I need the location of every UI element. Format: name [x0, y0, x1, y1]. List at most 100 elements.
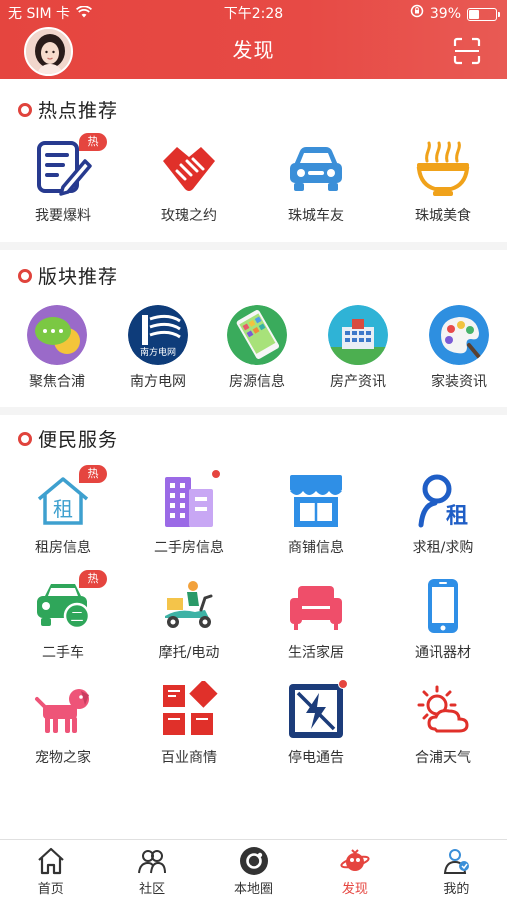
bottom-tab-bar: 首页 社区 本地圈 发现 我的 [0, 839, 507, 900]
community-icon [137, 846, 167, 876]
header-bar: 无 SIM 卡 下午2:28 39% 发现 [0, 0, 507, 79]
hot-item-food[interactable]: 珠城美食 [393, 139, 493, 225]
page-title: 发现 [232, 38, 275, 62]
noodle-bowl-icon [413, 139, 473, 199]
phone-icon [227, 305, 287, 365]
tab-label: 本地圈 [234, 882, 274, 897]
profile-icon [441, 846, 471, 876]
service-item-pets[interactable]: 宠物之家 [13, 681, 113, 767]
mobile-phone-icon [413, 576, 473, 636]
discover-icon [340, 846, 370, 876]
item-label: 商铺信息 [288, 540, 344, 556]
board-item-focus[interactable]: 聚焦合浦 [7, 305, 107, 391]
building-icon [328, 305, 388, 365]
item-label: 玫瑰之约 [161, 208, 217, 224]
tab-discover[interactable]: 发现 [304, 840, 405, 900]
hot-item-rose[interactable]: 玫瑰之约 [139, 139, 239, 225]
item-label: 摩托/电动 [158, 645, 220, 661]
logo-text: 南方电网 [140, 346, 176, 358]
rent-glyph: 租 [446, 504, 468, 529]
tab-profile[interactable]: 我的 [406, 840, 507, 900]
hot-section-title: 热点推荐 [38, 100, 119, 122]
used-car-icon: 二 热 [33, 570, 107, 636]
services-section-header: 便民服务 [18, 425, 118, 452]
battery-icon [467, 7, 500, 21]
service-item-scooter[interactable]: 摩托/电动 [139, 576, 239, 662]
service-item-business[interactable]: 百业商情 [139, 679, 239, 767]
edit-note-icon: 热 [33, 133, 107, 199]
service-item-used-car[interactable]: 二 热 二手车 [13, 570, 113, 662]
scan-button[interactable] [453, 37, 481, 65]
services-section-title: 便民服务 [38, 429, 119, 451]
weather-icon [413, 681, 473, 741]
item-label: 我要爆料 [35, 208, 91, 224]
battery-fill [469, 9, 480, 19]
section-dot-icon [18, 102, 32, 117]
dog-icon [33, 681, 93, 741]
chat-bubbles-icon [27, 305, 87, 365]
item-label: 二手车 [42, 645, 84, 661]
item-label: 停电通告 [288, 750, 344, 766]
car-icon [286, 139, 346, 199]
boards-section-header: 版块推荐 [18, 262, 118, 289]
scan-icon [453, 37, 481, 65]
tab-community[interactable]: 社区 [101, 840, 202, 900]
rent-glyph: 租 [53, 497, 73, 521]
person-rent-icon: 租 [413, 471, 473, 531]
item-label: 生活家居 [288, 645, 344, 661]
tab-label: 首页 [37, 882, 64, 897]
palette-icon [429, 305, 489, 365]
section-dot-icon [18, 431, 32, 446]
boards-section-title: 版块推荐 [38, 266, 119, 288]
service-item-weather[interactable]: 合浦天气 [393, 681, 493, 767]
item-label: 聚焦合浦 [29, 374, 85, 390]
item-label: 合浦天气 [415, 750, 471, 766]
item-label: 求租/求购 [412, 540, 474, 556]
service-item-shop[interactable]: 商铺信息 [266, 471, 366, 557]
item-label: 百业商情 [161, 750, 217, 766]
power-outage-icon [286, 679, 348, 741]
hot-badge: 热 [79, 465, 107, 483]
section-divider [0, 407, 507, 415]
item-label: 珠城车友 [288, 208, 344, 224]
service-item-telecom[interactable]: 通讯器材 [393, 576, 493, 662]
item-label: 南方电网 [130, 374, 186, 390]
hot-item-report[interactable]: 热 我要爆料 [13, 133, 113, 225]
hot-badge: 热 [79, 133, 107, 151]
board-item-decor[interactable]: 家装资讯 [409, 305, 507, 391]
service-item-rent[interactable]: 租 热 租房信息 [13, 465, 113, 557]
buildings-icon [159, 469, 221, 531]
tab-label: 发现 [341, 882, 368, 897]
tab-home[interactable]: 首页 [0, 840, 101, 900]
used-glyph: 二 [70, 610, 83, 625]
handshake-icon [159, 139, 219, 199]
business-blocks-icon [159, 679, 219, 741]
board-item-housing[interactable]: 房源信息 [207, 305, 307, 391]
item-label: 宠物之家 [35, 750, 91, 766]
item-label: 租房信息 [35, 540, 91, 556]
sofa-icon [286, 576, 346, 636]
section-divider [0, 242, 507, 250]
tab-local-circle[interactable]: 本地圈 [203, 840, 304, 900]
item-label: 房源信息 [229, 374, 285, 390]
boards-section: 版块推荐 聚焦合浦 南方电网 南方电网 房源信息 房产资讯 家装资讯 [0, 250, 507, 410]
item-label: 珠城美食 [415, 208, 471, 224]
board-item-power-grid[interactable]: 南方电网 南方电网 [108, 305, 208, 391]
service-item-second-house[interactable]: 二手房信息 [139, 469, 239, 557]
service-item-home-living[interactable]: 生活家居 [266, 576, 366, 662]
service-item-outage[interactable]: 停电通告 [266, 679, 366, 767]
item-label: 通讯器材 [415, 645, 471, 661]
hot-section: 热点推荐 热 我要爆料 玫瑰之约 珠城车友 珠城美食 [0, 79, 507, 242]
house-rent-icon: 租 热 [33, 465, 107, 531]
local-circle-icon [239, 846, 269, 876]
status-battery: 39% [410, 4, 500, 24]
board-item-realestate[interactable]: 房产资讯 [308, 305, 408, 391]
item-label: 房产资讯 [330, 374, 386, 390]
service-item-seek-rent[interactable]: 租 求租/求购 [393, 471, 493, 557]
scooter-icon [159, 576, 219, 636]
services-section: 便民服务 租 热 租房信息 二手房信息 商铺信息 租 求租/求购 二 热 二手车… [0, 415, 507, 790]
item-label: 家装资讯 [431, 374, 487, 390]
rotation-lock-icon [410, 4, 424, 24]
notification-dot [338, 679, 348, 689]
hot-item-car[interactable]: 珠城车友 [266, 139, 366, 225]
